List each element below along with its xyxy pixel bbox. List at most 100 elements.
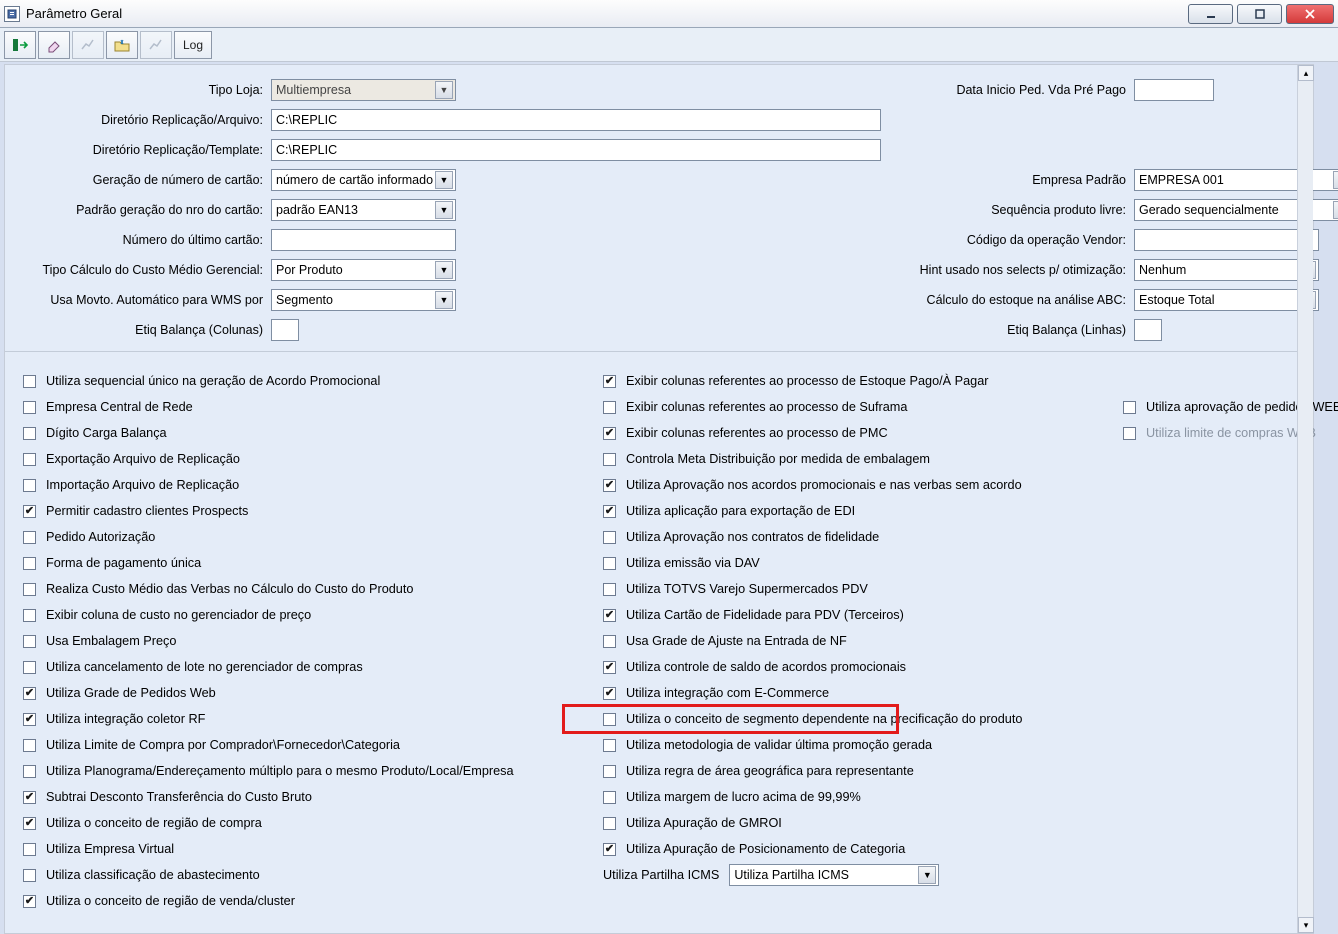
checkbox-label: Utiliza Cartão de Fidelidade para PDV (T… bbox=[626, 608, 904, 622]
tool-3-button[interactable] bbox=[72, 31, 104, 59]
scroll-up-arrow-icon[interactable]: ▴ bbox=[1298, 65, 1314, 81]
checkbox[interactable] bbox=[603, 557, 616, 570]
checkbox-label: Utiliza margem de lucro acima de 99,99% bbox=[626, 790, 861, 804]
checkbox-label: Subtrai Desconto Transferência do Custo … bbox=[46, 790, 312, 804]
checkbox[interactable] bbox=[603, 453, 616, 466]
maximize-button[interactable] bbox=[1237, 4, 1282, 24]
checkbox[interactable] bbox=[23, 791, 36, 804]
checkbox[interactable] bbox=[23, 401, 36, 414]
cod-op-vendor-label: Código da operação Vendor: bbox=[901, 233, 1134, 247]
dir-repl-arq-input[interactable] bbox=[271, 109, 881, 131]
checkbox[interactable] bbox=[23, 479, 36, 492]
data-inicio-input[interactable] bbox=[1134, 79, 1214, 101]
toolbar: Log bbox=[0, 28, 1338, 62]
checkbox[interactable] bbox=[603, 817, 616, 830]
checkbox bbox=[1123, 427, 1136, 440]
checkbox[interactable] bbox=[23, 583, 36, 596]
erase-button[interactable] bbox=[38, 31, 70, 59]
checkbox-row: Utiliza Cartão de Fidelidade para PDV (T… bbox=[603, 602, 1063, 628]
checkbox[interactable] bbox=[23, 713, 36, 726]
scroll-down-arrow-icon[interactable]: ▾ bbox=[1298, 917, 1314, 933]
checkbox-row: Empresa Central de Rede bbox=[23, 394, 543, 420]
checkbox-row: Utiliza sequencial único na geração de A… bbox=[23, 368, 543, 394]
checkbox[interactable] bbox=[603, 661, 616, 674]
checkbox[interactable] bbox=[23, 895, 36, 908]
partilha-select[interactable]: Utiliza Partilha ICMS▼ bbox=[729, 864, 939, 886]
checkbox-label: Utiliza o conceito de região de venda/cl… bbox=[46, 894, 295, 908]
checkbox-row: Utiliza Grade de Pedidos Web bbox=[23, 680, 543, 706]
checkbox[interactable] bbox=[23, 375, 36, 388]
ger-num-cartao-select[interactable]: número de cartão informado▼ bbox=[271, 169, 456, 191]
num-ultimo-cartao-input[interactable] bbox=[271, 229, 456, 251]
tool-5-button[interactable] bbox=[140, 31, 172, 59]
tipo-calc-custo-select[interactable]: Por Produto▼ bbox=[271, 259, 456, 281]
tipo-loja-select[interactable]: Multiempresa▼ bbox=[271, 79, 456, 101]
checkbox[interactable] bbox=[23, 765, 36, 778]
checkbox[interactable] bbox=[603, 687, 616, 700]
checkbox-label: Exibir colunas referentes ao processo de… bbox=[626, 374, 989, 388]
checkbox[interactable] bbox=[603, 791, 616, 804]
checkbox[interactable] bbox=[23, 427, 36, 440]
checkbox[interactable] bbox=[603, 531, 616, 544]
checkbox[interactable] bbox=[23, 453, 36, 466]
checkbox[interactable] bbox=[23, 843, 36, 856]
etiq-colunas-input[interactable] bbox=[271, 319, 299, 341]
checkbox[interactable] bbox=[603, 739, 616, 752]
checkbox[interactable] bbox=[603, 401, 616, 414]
checkbox[interactable] bbox=[23, 505, 36, 518]
etiq-linhas-input[interactable] bbox=[1134, 319, 1162, 341]
checkbox-label: Utiliza Empresa Virtual bbox=[46, 842, 174, 856]
dir-repl-tpl-input[interactable] bbox=[271, 139, 881, 161]
calc-estoque-abc-select[interactable]: Estoque Total▼ bbox=[1134, 289, 1319, 311]
checkbox[interactable] bbox=[23, 817, 36, 830]
cod-op-vendor-input[interactable] bbox=[1134, 229, 1319, 251]
checkbox-row: Exibir coluna de custo no gerenciador de… bbox=[23, 602, 543, 628]
checkbox[interactable] bbox=[23, 739, 36, 752]
titlebar: Parâmetro Geral bbox=[0, 0, 1338, 28]
checkbox[interactable] bbox=[23, 869, 36, 882]
checkbox-label: Forma de pagamento única bbox=[46, 556, 201, 570]
checkbox-row: Permitir cadastro clientes Prospects bbox=[23, 498, 543, 524]
checkbox[interactable] bbox=[603, 479, 616, 492]
checkbox[interactable] bbox=[23, 557, 36, 570]
checkbox[interactable] bbox=[23, 609, 36, 622]
checkbox-label: Permitir cadastro clientes Prospects bbox=[46, 504, 248, 518]
hint-selects-select[interactable]: Nenhum▼ bbox=[1134, 259, 1319, 281]
usa-movto-select[interactable]: Segmento▼ bbox=[271, 289, 456, 311]
checkbox[interactable] bbox=[23, 687, 36, 700]
checkbox-label: Utiliza Planograma/Endereçamento múltipl… bbox=[46, 764, 514, 778]
checkbox-row: Subtrai Desconto Transferência do Custo … bbox=[23, 784, 543, 810]
checkbox-label: Usa Embalagem Preço bbox=[46, 634, 176, 648]
checkbox[interactable] bbox=[23, 531, 36, 544]
checkbox[interactable] bbox=[603, 375, 616, 388]
checkbox[interactable] bbox=[23, 661, 36, 674]
checkbox-row: Realiza Custo Médio das Verbas no Cálcul… bbox=[23, 576, 543, 602]
app-icon bbox=[4, 6, 20, 22]
close-button[interactable] bbox=[1286, 4, 1334, 24]
checkbox-row: Importação Arquivo de Replicação bbox=[23, 472, 543, 498]
exit-button[interactable] bbox=[4, 31, 36, 59]
log-button[interactable]: Log bbox=[174, 31, 212, 59]
data-inicio-label: Data Inicio Ped. Vda Pré Pago bbox=[901, 83, 1134, 97]
padrao-ger-nro-select[interactable]: padrão EAN13▼ bbox=[271, 199, 456, 221]
checkbox[interactable] bbox=[603, 713, 616, 726]
checkbox[interactable] bbox=[1123, 401, 1136, 414]
checkbox-row: Utiliza regra de área geográfica para re… bbox=[603, 758, 1063, 784]
checkbox-label: Controla Meta Distribuição por medida de… bbox=[626, 452, 930, 466]
folder-button[interactable] bbox=[106, 31, 138, 59]
minimize-button[interactable] bbox=[1188, 4, 1233, 24]
checkbox-row: Usa Grade de Ajuste na Entrada de NF bbox=[603, 628, 1063, 654]
checkbox[interactable] bbox=[23, 635, 36, 648]
checkbox[interactable] bbox=[603, 609, 616, 622]
checkbox[interactable] bbox=[603, 583, 616, 596]
checkbox-row: Utiliza TOTVS Varejo Supermercados PDV bbox=[603, 576, 1063, 602]
vertical-scrollbar[interactable]: ▴ ▾ bbox=[1297, 65, 1313, 933]
checkbox[interactable] bbox=[603, 843, 616, 856]
chevron-down-icon: ▼ bbox=[435, 171, 453, 189]
checkbox-row: Forma de pagamento única bbox=[23, 550, 543, 576]
checkbox[interactable] bbox=[603, 635, 616, 648]
partilha-row: Utiliza Partilha ICMSUtiliza Partilha IC… bbox=[603, 862, 1063, 888]
checkbox[interactable] bbox=[603, 505, 616, 518]
checkbox[interactable] bbox=[603, 765, 616, 778]
checkbox[interactable] bbox=[603, 427, 616, 440]
